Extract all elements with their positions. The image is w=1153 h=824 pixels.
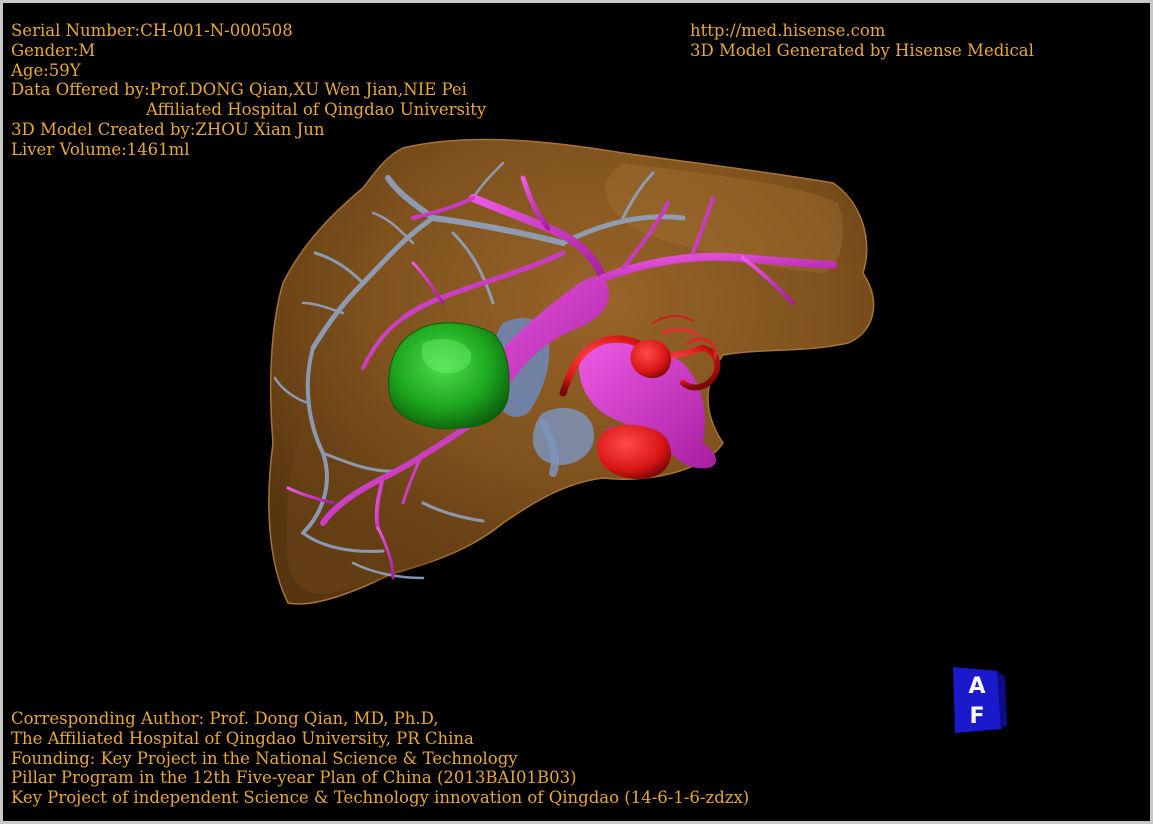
gender: Gender:M xyxy=(11,40,96,60)
credit-line-5: Key Project of independent Science & Tec… xyxy=(11,788,750,808)
serial-number: Serial Number:CH-001-N-000508 xyxy=(11,21,293,40)
credit-line-4: Pillar Program in the 12th Five-year Pla… xyxy=(11,768,577,788)
viewport-frame: Serial Number:CH-001-N-000508 Gender:M A… xyxy=(0,0,1153,824)
credit-line-2: The Affiliated Hospital of Qingdao Unive… xyxy=(11,728,474,748)
generated-by: 3D Model Generated by Hisense Medical xyxy=(690,40,1034,60)
vendor-info: http://med.hisense.com 3D Model Generate… xyxy=(690,21,1034,61)
patient-info: Serial Number:CH-001-N-000508 Gender:M A… xyxy=(11,21,486,160)
hospital-name: Affiliated Hospital of Qingdao Universit… xyxy=(146,100,487,120)
age: Age:59Y xyxy=(11,60,81,80)
credit-line-1: Corresponding Author: Prof. Dong Qian, M… xyxy=(11,709,439,728)
data-offered-by: Data Offered by:Prof.DONG Qian,XU Wen Ji… xyxy=(11,80,467,100)
gallbladder xyxy=(388,322,510,430)
credit-line-3: Founding: Key Project in the National Sc… xyxy=(11,748,518,768)
cube-letter-top: A xyxy=(968,674,985,699)
model-created-by: 3D Model Created by:ZHOU Xian Jun xyxy=(11,119,325,139)
orientation-cube[interactable]: A F xyxy=(949,663,1007,735)
liver-volume: Liver Volume:1461ml xyxy=(11,139,190,159)
cube-letter-bottom: F xyxy=(969,704,984,729)
credits: Corresponding Author: Prof. Dong Qian, M… xyxy=(11,709,749,808)
vendor-url: http://med.hisense.com xyxy=(690,21,886,40)
